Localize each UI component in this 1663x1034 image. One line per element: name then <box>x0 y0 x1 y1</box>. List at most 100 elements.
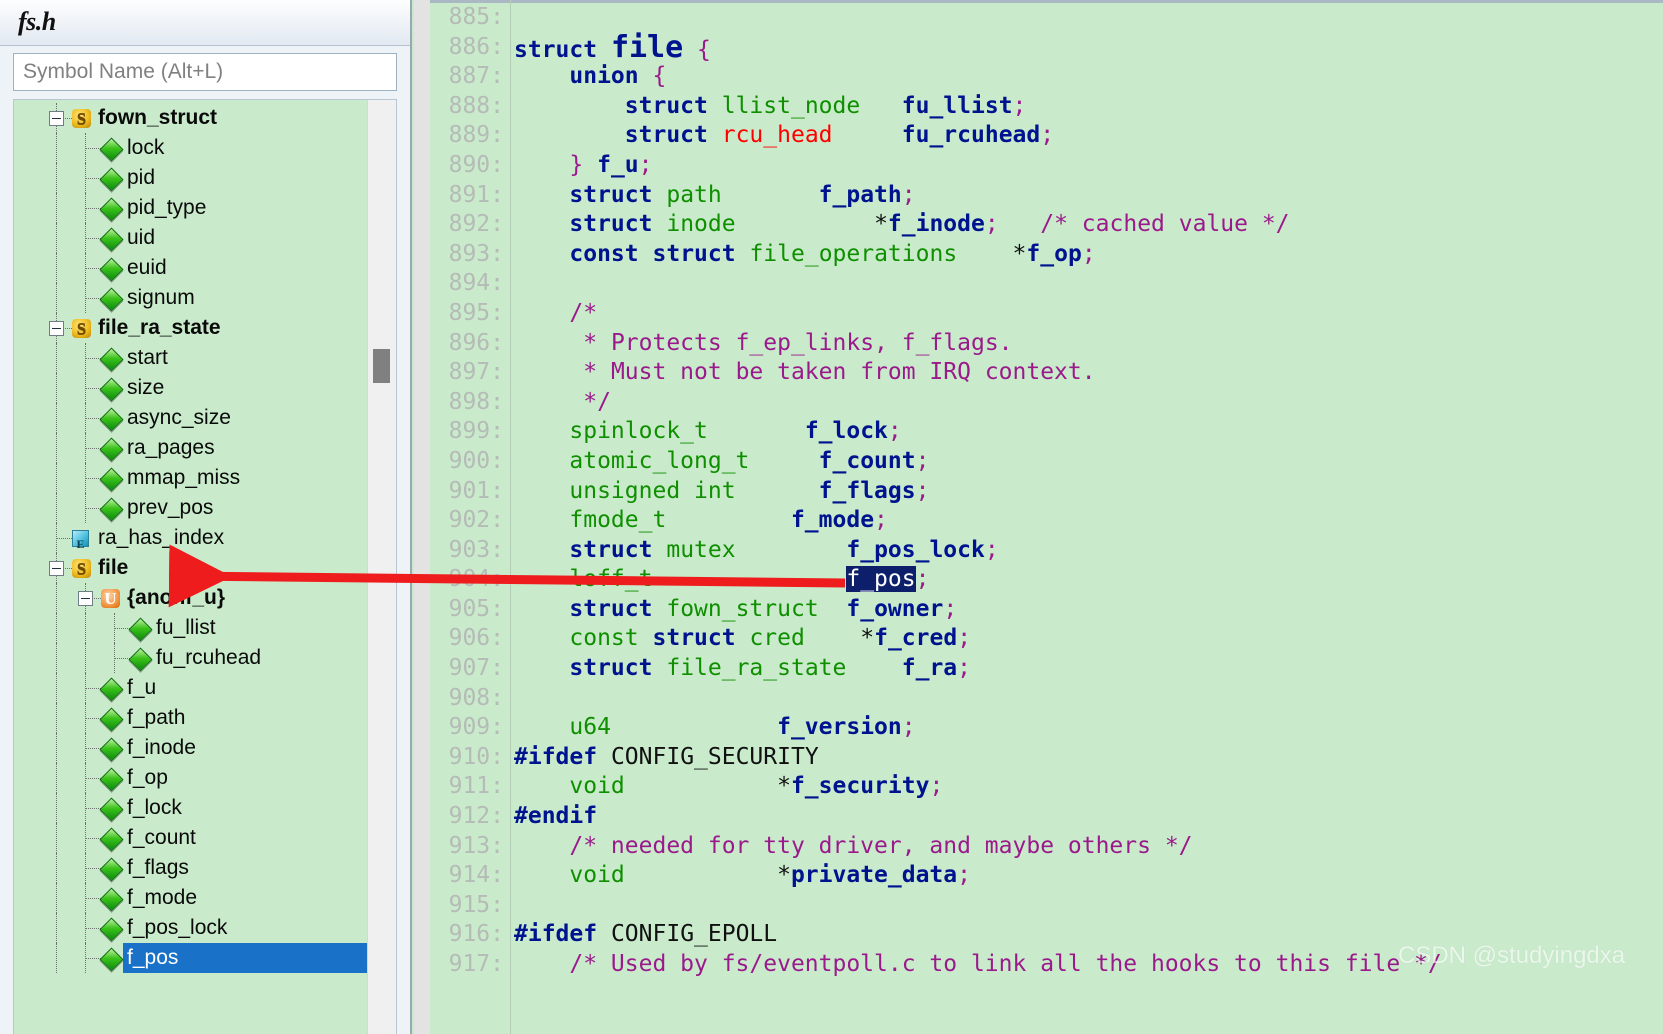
code-token: unsigned int <box>569 477 736 504</box>
code-token: mutex <box>666 536 736 563</box>
tree-scrollbar[interactable] <box>367 100 396 1034</box>
code-line[interactable]: 914: void *private_data; <box>414 861 1663 891</box>
collapse-toggle-icon[interactable] <box>49 111 64 126</box>
code-line-content: fmode_t f_mode; <box>514 506 888 536</box>
tree-item-f_lock[interactable]: f_lock <box>14 793 368 823</box>
tree-item-fu_llist[interactable]: fu_llist <box>14 613 368 643</box>
tree-item-label: f_u <box>127 676 157 699</box>
code-token: const <box>569 240 639 267</box>
tree-item-file_ra_state[interactable]: Sfile_ra_state <box>14 313 368 343</box>
code-line[interactable]: 904: loff_t f_pos; <box>414 565 1663 595</box>
code-line[interactable]: 896: * Protects f_ep_links, f_flags. <box>414 329 1663 359</box>
code-line[interactable]: 890: } f_u; <box>414 151 1663 181</box>
tree-guide-line <box>56 583 58 613</box>
code-line[interactable]: 900: atomic_long_t f_count; <box>414 447 1663 477</box>
code-token: ; <box>915 447 930 474</box>
tree-item-fu_rcuhead[interactable]: fu_rcuhead <box>14 643 368 673</box>
tree-item-f_path[interactable]: f_path <box>14 703 368 733</box>
member-icon <box>99 257 124 282</box>
code-line[interactable]: 892: struct inode *f_inode; /* cached va… <box>414 210 1663 240</box>
code-line[interactable]: 889: struct rcu_head fu_rcuhead; <box>414 121 1663 151</box>
code-token: #ifdef <box>514 921 598 948</box>
tree-item-label: mmap_miss <box>127 466 241 489</box>
code-line[interactable]: 912: #endif <box>414 802 1663 832</box>
code-line[interactable]: 887: union { <box>414 62 1663 92</box>
tree-guide-line <box>56 853 58 883</box>
line-number: 890: <box>448 151 504 178</box>
tree-item-pid_type[interactable]: pid_type <box>14 193 368 223</box>
tree-guide-line <box>56 733 58 763</box>
symbol-tree[interactable]: Sfown_struct lock pid pid_typeuid euid signum… <box>13 99 397 1034</box>
code-editor[interactable]: 885: 886: struct file {887: union {888: st… <box>414 0 1663 1034</box>
tree-item-file[interactable]: Sfile <box>14 553 368 583</box>
collapse-toggle-icon[interactable] <box>49 321 64 336</box>
tree-item-lock[interactable]: lock <box>14 133 368 163</box>
tree-item-f_pos_lock[interactable]: f_pos_lock <box>14 913 368 943</box>
tree-item-start[interactable]: start <box>14 343 368 373</box>
code-line[interactable]: 888: struct llist_node fu_llist; <box>414 92 1663 122</box>
tree-item-uid[interactable]: uid <box>14 223 368 253</box>
code-line[interactable]: 886: struct file { <box>414 32 1663 63</box>
code-line[interactable]: 911: void *f_security; <box>414 772 1663 802</box>
code-line[interactable]: 894: <box>414 269 1663 299</box>
code-token: struct <box>624 92 708 119</box>
collapse-toggle-icon[interactable] <box>49 561 64 576</box>
code-line[interactable]: 909: u64 f_version; <box>414 713 1663 743</box>
tree-item-f_count[interactable]: f_count <box>14 823 368 853</box>
tree-item-label: f_op <box>127 766 168 789</box>
code-line-content: #ifdef CONFIG_EPOLL <box>514 920 777 950</box>
code-token: fu_rcuhead <box>901 122 1041 149</box>
symbol-search-input[interactable] <box>13 53 397 91</box>
code-line[interactable]: 915: <box>414 891 1663 921</box>
tree-item-fown_struct[interactable]: Sfown_struct <box>14 103 368 133</box>
code-line[interactable]: 891: struct path f_path; <box>414 181 1663 211</box>
tree-item-euid[interactable]: euid <box>14 253 368 283</box>
tree-scrollbar-thumb[interactable] <box>373 349 390 383</box>
code-line[interactable]: 901: unsigned int f_flags; <box>414 477 1663 507</box>
code-token: struct <box>569 536 653 563</box>
code-line[interactable]: 895: /* <box>414 299 1663 329</box>
tree-item-async_size[interactable]: async_size <box>14 403 368 433</box>
code-line[interactable]: 902: fmode_t f_mode; <box>414 506 1663 536</box>
code-line[interactable]: 908: <box>414 684 1663 714</box>
collapse-toggle-icon[interactable] <box>78 591 93 606</box>
member-icon <box>99 827 124 852</box>
tree-item-size[interactable]: size <box>14 373 368 403</box>
code-line[interactable]: 897: * Must not be taken from IRQ contex… <box>414 358 1663 388</box>
tree-item-signum[interactable]: signum <box>14 283 368 313</box>
tree-item-f_mode[interactable]: f_mode <box>14 883 368 913</box>
struct-icon: S <box>72 559 91 578</box>
tree-item-label: uid <box>127 226 156 249</box>
tree-item-anonf_u[interactable]: U {anonf_u} <box>14 583 368 613</box>
code-line[interactable]: 885: <box>414 3 1663 33</box>
code-line[interactable]: 905: struct fown_struct f_owner; <box>414 595 1663 625</box>
tree-guide-line <box>85 613 87 643</box>
code-line[interactable]: 910: #ifdef CONFIG_SECURITY <box>414 743 1663 773</box>
code-line[interactable]: 899: spinlock_t f_lock; <box>414 417 1663 447</box>
code-token: */ <box>583 388 611 415</box>
tree-item-f_u[interactable]: f_u <box>14 673 368 703</box>
code-token: struct <box>569 595 653 622</box>
tree-item-prev_pos[interactable]: prev_pos <box>14 493 368 523</box>
code-line[interactable]: 913: /* needed for tty driver, and maybe… <box>414 832 1663 862</box>
tree-item-f_op[interactable]: f_op <box>14 763 368 793</box>
tree-item-ra_pages[interactable]: ra_pages <box>14 433 368 463</box>
code-token: { <box>652 63 667 90</box>
tree-item-f_inode[interactable]: f_inode <box>14 733 368 763</box>
code-token: ; <box>984 211 999 238</box>
tree-item-pid[interactable]: pid <box>14 163 368 193</box>
tree-item-f_flags[interactable]: f_flags <box>14 853 368 883</box>
tree-item-ra_has_index[interactable]: ra_has_index <box>14 523 368 559</box>
code-line[interactable]: 907: struct file_ra_state f_ra; <box>414 654 1663 684</box>
tree-item-mmap_miss[interactable]: mmap_miss <box>14 463 368 493</box>
code-line[interactable]: 898: */ <box>414 388 1663 418</box>
tree-item-f_pos[interactable]: f_pos <box>14 943 368 973</box>
code-line[interactable]: 893: const struct file_operations *f_op; <box>414 240 1663 270</box>
code-line[interactable]: 906: const struct cred *f_cred; <box>414 624 1663 654</box>
code-token: * <box>624 862 791 889</box>
code-line[interactable]: 903: struct mutex f_pos_lock; <box>414 536 1663 566</box>
